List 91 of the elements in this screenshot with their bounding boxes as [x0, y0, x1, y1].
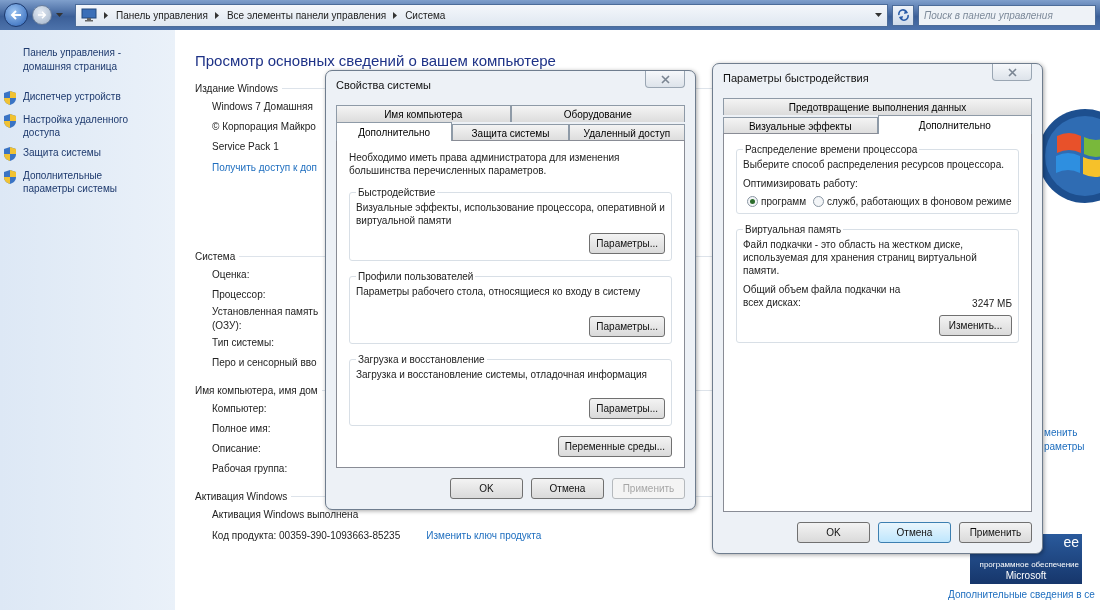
- settings-button[interactable]: Изменить...: [939, 315, 1012, 336]
- radio-label[interactable]: служб, работающих в фоновом режиме: [827, 196, 1012, 207]
- section-heading: Активация Windows: [195, 490, 288, 502]
- shield-icon: [3, 90, 17, 106]
- close-button[interactable]: [992, 64, 1032, 81]
- radio-button[interactable]: [813, 196, 825, 207]
- computer-icon: [81, 8, 97, 22]
- info-label: Service Pack 1: [212, 140, 279, 154]
- link[interactable]: Изменить ключ продукта: [426, 529, 542, 541]
- dialog-button[interactable]: Отмена: [531, 478, 604, 499]
- dialog-button[interactable]: OK: [450, 478, 523, 499]
- section-heading: Имя компьютера, имя дом: [195, 384, 318, 396]
- caret-icon[interactable]: [875, 12, 882, 18]
- badge-title: ee: [1063, 535, 1079, 550]
- sidebar-link[interactable]: Дополнительные параметры системы: [23, 169, 148, 195]
- dialog-button[interactable]: Отмена: [878, 522, 951, 543]
- description-text: Оптимизировать работу:: [743, 177, 859, 190]
- search-field[interactable]: Поиск в панели управления: [918, 4, 1096, 26]
- info-label: Установленная память (ОЗУ):: [212, 305, 320, 333]
- sidebar-link[interactable]: Диспетчер устройств: [23, 90, 121, 103]
- tab[interactable]: Дополнительно: [336, 122, 453, 141]
- settings-button[interactable]: Параметры...: [589, 233, 665, 254]
- dialog-button[interactable]: OK: [797, 522, 870, 543]
- section-heading: Система: [195, 250, 236, 262]
- breadcrumb[interactable]: Панель управления: [116, 9, 208, 21]
- info-label: Тип системы:: [212, 336, 274, 350]
- address-bar[interactable]: Панель управления Все элементы панели управления Система: [75, 3, 888, 27]
- tab[interactable]: Оборудование: [510, 105, 685, 122]
- setting-label: Общий объем файла подкачки на всех дисках:: [743, 283, 902, 309]
- chevron-icon: [213, 10, 221, 20]
- info-label: Компьютер:: [212, 402, 267, 416]
- info-label: Оценка:: [212, 268, 250, 282]
- window-title: Параметры быстродействия: [723, 72, 870, 84]
- close-icon: [1007, 67, 1017, 77]
- description-text: Параметры рабочего стола, относящиеся ко входу в систему: [356, 285, 642, 298]
- group-title: Виртуальная память: [744, 224, 843, 235]
- sidebar-link[interactable]: Настройка удаленного доступа: [23, 113, 148, 139]
- link[interactable]: Получить доступ к доп: [212, 161, 317, 173]
- dialog-button[interactable]: Применить: [959, 522, 1032, 543]
- description-text: Выберите способ распределения ресурсов процессора.: [743, 158, 1005, 171]
- badge-brand: Microsoft: [1005, 570, 1047, 582]
- close-icon: [660, 74, 670, 84]
- group-title: Быстродействие: [357, 187, 437, 198]
- chevron-icon: [103, 10, 110, 20]
- description-text: Файл подкачки - это область на жестком диске, используемая для хранения страниц виртуальной памяти.: [743, 238, 978, 277]
- info-label: Код продукта: 00359-390-1093663-85235: [212, 529, 401, 541]
- refresh-icon: [896, 9, 910, 21]
- info-label: Активация Windows выполнена: [212, 508, 359, 522]
- shield-icon: [3, 113, 17, 129]
- description-text: Загрузка и восстановление системы, отладочная информация: [356, 367, 648, 381]
- forward-button[interactable]: [32, 5, 52, 25]
- link[interactable]: раметры: [1044, 440, 1100, 454]
- shield-icon: [3, 169, 17, 185]
- group-title: Распределение времени процессора: [744, 144, 919, 155]
- home-link[interactable]: Панель управления - домашняя страница: [23, 46, 138, 74]
- arrow-right-icon: [37, 11, 47, 19]
- page-title: Просмотр основных сведений о вашем компьютере: [195, 52, 557, 69]
- tab[interactable]: Имя компьютера: [336, 105, 511, 122]
- link[interactable]: Дополнительные сведения в се: [948, 589, 1100, 600]
- info-label: Перо и сенсорный вво: [212, 356, 317, 370]
- group-title: Загрузка и восстановление: [357, 353, 486, 365]
- info-label: © Корпорация Майкро: [212, 120, 316, 134]
- arrow-left-icon: [10, 10, 22, 20]
- info-label: Полное имя:: [212, 422, 271, 436]
- settings-button[interactable]: Параметры...: [589, 315, 665, 337]
- info-label: Windows 7 Домашняя: [212, 100, 313, 114]
- info-label: Рабочая группа:: [212, 462, 288, 476]
- tab[interactable]: Предотвращение выполнения данных: [723, 98, 1032, 115]
- breadcrumb[interactable]: Система: [405, 9, 446, 21]
- settings-button[interactable]: Параметры...: [589, 398, 665, 419]
- refresh-button[interactable]: [892, 4, 914, 26]
- info-label: Процессор:: [212, 288, 266, 302]
- instruction-text: Необходимо иметь права администратора для изменения большинства перечисленных параметров.: [349, 151, 621, 177]
- info-label: Описание:: [212, 442, 261, 456]
- group-title: Профили пользователей: [357, 271, 475, 282]
- back-button[interactable]: [4, 3, 28, 27]
- sidebar-link[interactable]: Защита системы: [23, 146, 101, 159]
- shield-icon: [3, 146, 17, 162]
- breadcrumb[interactable]: Все элементы панели управления: [226, 9, 387, 21]
- section-heading: Издание Windows: [195, 82, 278, 94]
- tab[interactable]: Дополнительно: [877, 115, 1032, 134]
- radio-button[interactable]: [747, 196, 758, 207]
- link[interactable]: менить: [1044, 426, 1100, 440]
- radio-label[interactable]: программ: [761, 196, 807, 207]
- settings-button[interactable]: Переменные среды...: [557, 436, 672, 457]
- badge-subtitle: программное обеспечение: [979, 560, 1079, 570]
- setting-value: 3247 МБ: [972, 298, 1012, 309]
- close-button[interactable]: [645, 71, 685, 88]
- chevron-icon: [392, 10, 400, 20]
- description-text: Визуальные эффекты, использование процессора, оперативной и виртуальной памяти: [356, 201, 665, 227]
- window-title: Свойства системы: [336, 79, 432, 91]
